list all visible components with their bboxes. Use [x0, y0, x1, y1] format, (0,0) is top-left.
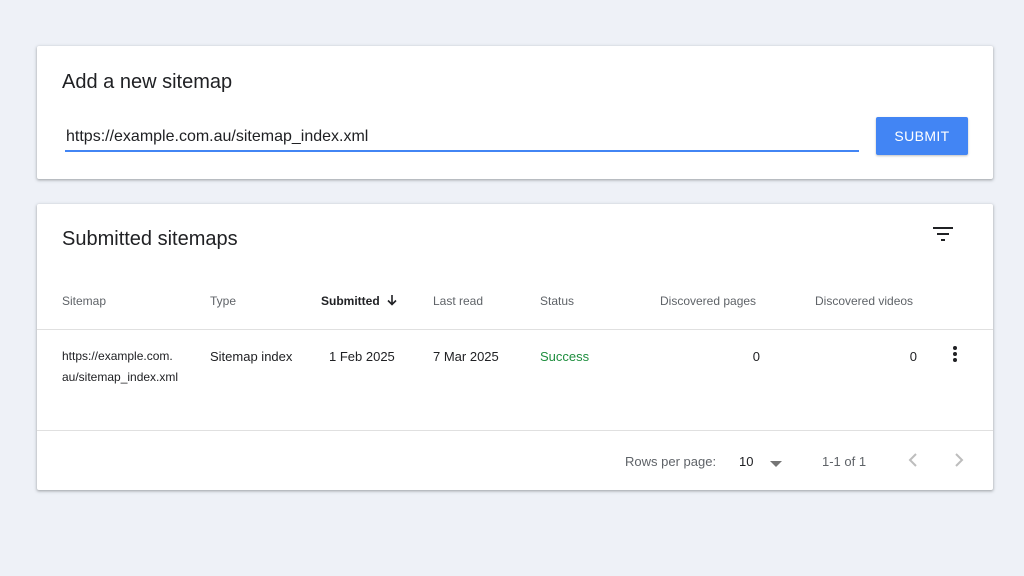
add-sitemap-title: Add a new sitemap: [62, 71, 233, 93]
chevron-left-icon: [908, 452, 918, 472]
cell-last-read: 7 Mar 2025: [433, 349, 499, 364]
sitemap-url-input[interactable]: [65, 123, 859, 151]
prev-page-button[interactable]: [901, 450, 925, 474]
add-sitemap-card: Add a new sitemap SUBMIT: [37, 46, 993, 179]
cell-status: Success: [540, 349, 590, 364]
col-header-discovered-videos[interactable]: Discovered videos: [815, 294, 913, 308]
cell-discovered-videos: 0: [909, 349, 917, 364]
submit-button[interactable]: SUBMIT: [876, 117, 968, 155]
submitted-sitemaps-title: Submitted sitemaps: [62, 228, 238, 250]
cell-submitted: 1 Feb 2025: [329, 349, 395, 364]
col-header-last-read[interactable]: Last read: [433, 294, 483, 308]
cell-sitemap: https://example.com. au/sitemap_index.xm…: [62, 346, 178, 388]
input-underline: [65, 150, 859, 152]
cell-discovered-pages: 0: [752, 349, 760, 364]
header-divider: [37, 329, 993, 330]
col-header-type[interactable]: Type: [210, 294, 236, 308]
dropdown-arrow-icon[interactable]: [769, 456, 783, 474]
footer-divider: [37, 430, 993, 431]
cell-sitemap-line1: https://example.com.: [62, 349, 173, 363]
more-vert-icon: [952, 345, 958, 368]
col-header-sitemap[interactable]: Sitemap: [62, 294, 106, 308]
filter-icon: [933, 226, 953, 246]
col-header-submitted-label: Submitted: [321, 294, 380, 308]
cell-type: Sitemap index: [210, 349, 293, 364]
arrow-down-icon: [386, 294, 398, 309]
chevron-right-icon: [954, 452, 964, 472]
col-header-submitted[interactable]: Submitted: [321, 294, 398, 309]
pagination-range: 1-1 of 1: [822, 454, 867, 469]
col-header-status[interactable]: Status: [540, 294, 574, 308]
submitted-sitemaps-card: Submitted sitemaps Sitemap Type Submitte…: [37, 204, 993, 490]
next-page-button[interactable]: [947, 450, 971, 474]
cell-sitemap-line2: au/sitemap_index.xml: [62, 370, 179, 384]
rows-per-page-select[interactable]: 10: [739, 454, 753, 469]
filter-button[interactable]: [929, 222, 957, 250]
col-header-discovered-pages[interactable]: Discovered pages: [660, 294, 756, 308]
rows-per-page-label: Rows per page:: [625, 454, 717, 469]
row-menu-button[interactable]: [943, 344, 967, 368]
